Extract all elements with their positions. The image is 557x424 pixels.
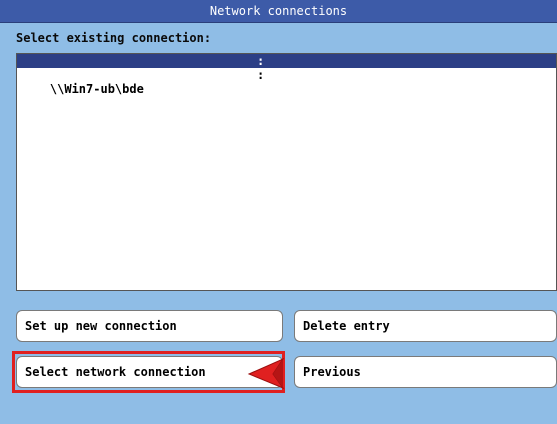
red-arrow-pointer-icon [247,357,285,390]
connection-separator: : [257,54,265,68]
selection-highlight [12,351,285,393]
previous-button[interactable]: Previous [294,356,557,388]
connection-path: \\Win7-ub\bde [49,82,144,96]
connection-separator: : [257,68,265,82]
window-title: Network connections [0,0,557,23]
list-item[interactable]: \\Win7-ub\bde : [17,68,556,96]
connections-label: Select existing connection: [16,31,212,45]
delete-entry-button[interactable]: Delete entry [294,310,557,342]
connections-list[interactable]: \\ Windows7\Maschine02 : \\Win7-ub\bde : [16,53,557,291]
list-item[interactable]: \\ Windows7\Maschine02 : [17,54,556,82]
setup-connection-button[interactable]: Set up new connection [16,310,283,342]
